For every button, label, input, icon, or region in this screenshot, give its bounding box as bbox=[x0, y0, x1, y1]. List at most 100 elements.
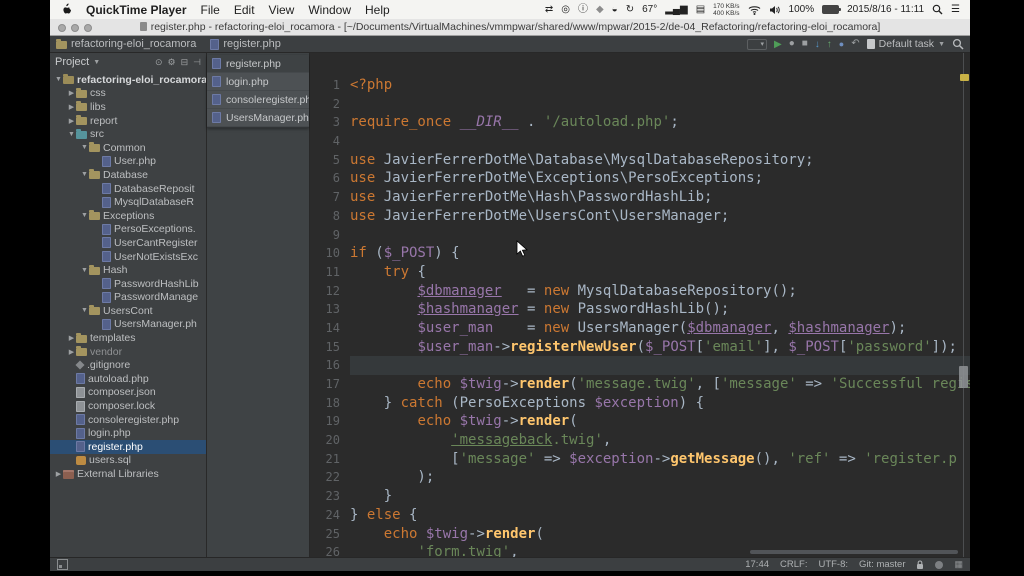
grid-icon[interactable]: ▦ bbox=[954, 559, 963, 570]
at-circle-icon[interactable]: ◎ bbox=[561, 5, 570, 15]
tree-item-login-php[interactable]: login.php bbox=[50, 426, 206, 440]
menu-view[interactable]: View bbox=[269, 3, 295, 17]
code-line-18[interactable]: 18 } catch (PersoExceptions $exception) … bbox=[310, 394, 970, 413]
run-button[interactable]: ▶ bbox=[774, 39, 782, 50]
notification-center-icon[interactable]: ☰ bbox=[951, 5, 960, 15]
tab-consoleregister-php[interactable]: consoleregister.php bbox=[207, 91, 309, 109]
tree-item-mysqldatabaser[interactable]: MysqlDatabaseR bbox=[50, 195, 206, 209]
tree-item-report[interactable]: ▶report bbox=[50, 114, 206, 128]
battery-icon[interactable] bbox=[822, 5, 839, 14]
tree-item-usercantregister[interactable]: UserCantRegister bbox=[50, 236, 206, 250]
tree-item-composer-json[interactable]: composer.json bbox=[50, 386, 206, 400]
code-line-9[interactable]: 9 bbox=[310, 226, 970, 245]
vcs-annotate-icon[interactable]: ● bbox=[839, 39, 844, 49]
code-line-20[interactable]: 20 'messageback.twig', bbox=[310, 431, 970, 450]
tree-item-css[interactable]: ▶css bbox=[50, 87, 206, 101]
chevron-collapsed-icon[interactable]: ▶ bbox=[67, 348, 76, 356]
apple-logo-icon[interactable] bbox=[60, 3, 72, 16]
temperature-status[interactable]: 67° bbox=[642, 4, 657, 15]
code-line-15[interactable]: 15 $user_man->registerNewUser($_POST['em… bbox=[310, 338, 970, 357]
task-dropdown[interactable]: Default task ▼ bbox=[867, 38, 945, 50]
code-line-13[interactable]: 13 $hashmanager = new PasswordHashLib(); bbox=[310, 300, 970, 319]
tree-item-users-sql[interactable]: users.sql bbox=[50, 454, 206, 468]
sync-icon[interactable]: ↻ bbox=[626, 5, 634, 15]
vcs-update-icon[interactable]: ↓ bbox=[815, 39, 820, 50]
code-line-22[interactable]: 22 ); bbox=[310, 468, 970, 487]
inspections-hector-icon[interactable] bbox=[935, 561, 943, 569]
code-line-16[interactable]: 16 bbox=[310, 356, 970, 375]
network-speed-status[interactable]: 170 KB/s 400 KB/s bbox=[713, 3, 739, 17]
menu-edit[interactable]: Edit bbox=[234, 3, 255, 17]
menu-file[interactable]: File bbox=[201, 3, 220, 17]
tree-item-databasereposit[interactable]: DatabaseReposit bbox=[50, 182, 206, 196]
editor-scrollbar-thumb[interactable] bbox=[959, 366, 968, 388]
tree-item-refactoring-eloi-rocamora[interactable]: ▼refactoring-eloi_rocamora bbox=[50, 73, 206, 87]
tab-login-php[interactable]: login.php bbox=[207, 73, 309, 91]
tree-item-usernotexistsexc[interactable]: UserNotExistsExc bbox=[50, 250, 206, 264]
code-line-4[interactable]: 4 bbox=[310, 132, 970, 151]
vcs-commit-icon[interactable]: ↑ bbox=[827, 39, 832, 50]
gear-icon[interactable]: ⚙ bbox=[168, 57, 176, 68]
chevron-expanded-icon[interactable]: ▼ bbox=[80, 307, 89, 314]
spotlight-search-icon[interactable] bbox=[932, 4, 943, 15]
menu-quicktime-player[interactable]: QuickTime Player bbox=[86, 3, 187, 17]
project-panel-title[interactable]: Project bbox=[55, 56, 89, 68]
wifi-icon[interactable] bbox=[748, 5, 761, 15]
activity-chart-icon[interactable]: ▂▄▆ bbox=[665, 5, 687, 15]
chevron-expanded-icon[interactable]: ▼ bbox=[67, 131, 76, 138]
bell-icon[interactable]: ◆ bbox=[596, 5, 604, 15]
clock-status[interactable]: 2015/8/16 - 11:11 bbox=[847, 4, 924, 15]
lock-icon[interactable] bbox=[916, 560, 924, 570]
code-line-19[interactable]: 19 echo $twig->render( bbox=[310, 412, 970, 431]
toolwindow-toggle-icon[interactable] bbox=[57, 559, 68, 570]
info-circle-icon[interactable]: ⓘ bbox=[578, 5, 588, 15]
chevron-collapsed-icon[interactable]: ▶ bbox=[67, 89, 76, 97]
chevron-expanded-icon[interactable]: ▼ bbox=[54, 76, 63, 83]
line-separator-widget[interactable]: CRLF: bbox=[780, 559, 807, 570]
code-line-5[interactable]: 5use JavierFerrerDotMe\Database\MysqlDat… bbox=[310, 151, 970, 170]
breadcrumb-refactoring-eloi-rocamora[interactable]: refactoring-eloi_rocamora bbox=[56, 38, 196, 50]
chevron-collapsed-icon[interactable]: ▶ bbox=[54, 470, 63, 478]
tree-item-hash[interactable]: ▼Hash bbox=[50, 263, 206, 277]
tree-item-common[interactable]: ▼Common bbox=[50, 141, 206, 155]
editor-scrollbar-track[interactable] bbox=[963, 53, 964, 557]
code-line-14[interactable]: 14 $user_man = new UsersManager($dbmanag… bbox=[310, 319, 970, 338]
tree-item-user-php[interactable]: User.php bbox=[50, 155, 206, 169]
tab-usersmanager-php[interactable]: UsersManager.php bbox=[207, 109, 309, 127]
chevron-expanded-icon[interactable]: ▼ bbox=[80, 171, 89, 178]
code-editor[interactable]: 1<?php23require_once __DIR__ . '/autoloa… bbox=[310, 53, 970, 557]
volume-icon[interactable] bbox=[769, 5, 781, 15]
chevron-expanded-icon[interactable]: ▼ bbox=[80, 144, 89, 151]
code-line-21[interactable]: 21 ['message' => $exception->getMessage(… bbox=[310, 450, 970, 469]
hide-panel-icon[interactable]: ⊣ bbox=[193, 57, 201, 68]
tree-item-persoexceptions[interactable]: PersoExceptions. bbox=[50, 223, 206, 237]
collapse-all-icon[interactable]: ⊟ bbox=[181, 57, 189, 68]
windows-icon[interactable]: ▤ bbox=[696, 5, 705, 15]
code-line-1[interactable]: 1<?php bbox=[310, 76, 970, 95]
code-line-23[interactable]: 23 } bbox=[310, 487, 970, 506]
stop-button[interactable]: ■ bbox=[802, 39, 808, 49]
code-line-11[interactable]: 11 try { bbox=[310, 263, 970, 282]
inspection-stripe-mark[interactable] bbox=[960, 74, 969, 81]
menu-window[interactable]: Window bbox=[308, 3, 351, 17]
tree-item-vendor[interactable]: ▶vendor bbox=[50, 345, 206, 359]
tree-item-templates[interactable]: ▶templates bbox=[50, 331, 206, 345]
chevron-expanded-icon[interactable]: ▼ bbox=[80, 267, 89, 274]
tree-item-userscont[interactable]: ▼UsersCont bbox=[50, 304, 206, 318]
debug-button[interactable]: ● bbox=[789, 39, 795, 49]
tab-register-php[interactable]: register.php bbox=[207, 55, 309, 73]
menu-help[interactable]: Help bbox=[365, 3, 390, 17]
code-line-17[interactable]: 17 echo $twig->render('message.twig', ['… bbox=[310, 375, 970, 394]
encoding-widget[interactable]: UTF-8: bbox=[818, 559, 848, 570]
tree-item-consoleregister-php[interactable]: consoleregister.php bbox=[50, 413, 206, 427]
chevron-collapsed-icon[interactable]: ▶ bbox=[67, 117, 76, 125]
tree-item-database[interactable]: ▼Database bbox=[50, 168, 206, 182]
breadcrumb-register-php[interactable]: register.php bbox=[210, 38, 280, 50]
tree-item-gitignore[interactable]: .gitignore bbox=[50, 358, 206, 372]
tree-item-passwordhashlib[interactable]: PasswordHashLib bbox=[50, 277, 206, 291]
download-circle-icon[interactable]: ◒ bbox=[612, 5, 618, 15]
chevron-expanded-icon[interactable]: ▼ bbox=[80, 212, 89, 219]
tree-item-src[interactable]: ▼src bbox=[50, 127, 206, 141]
tree-item-exceptions[interactable]: ▼Exceptions bbox=[50, 209, 206, 223]
tree-item-external-libraries[interactable]: ▶External Libraries bbox=[50, 467, 206, 481]
